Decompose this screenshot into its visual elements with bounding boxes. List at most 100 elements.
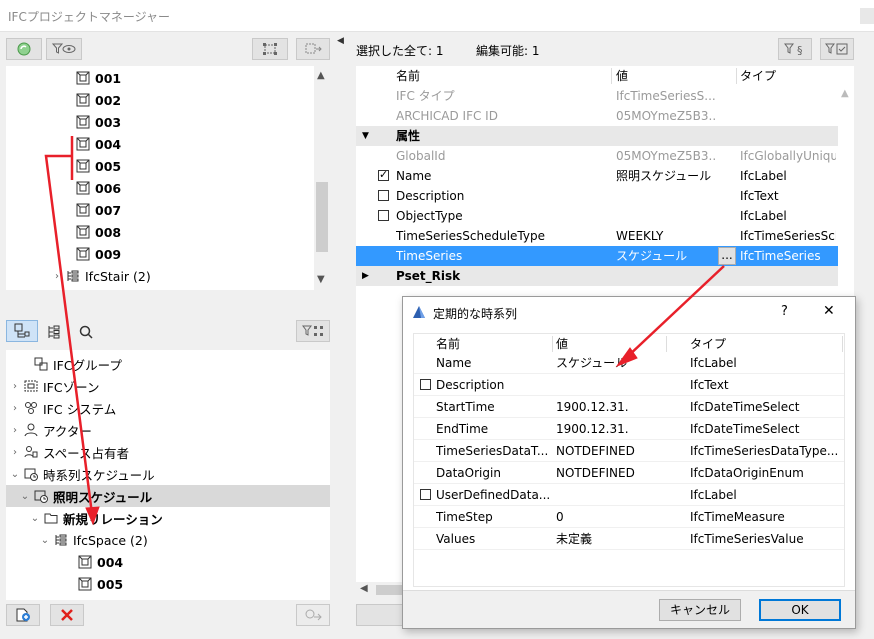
- collapse-group-icon[interactable]: ▼: [362, 126, 369, 146]
- dialog-property-checkbox[interactable]: [420, 379, 431, 390]
- expand-group-icon[interactable]: ▶: [362, 266, 369, 286]
- dialog-titlebar: 定期的な時系列 ? ✕: [403, 297, 855, 327]
- dialog-property-row[interactable]: StartTime 1900.12.31. IfcDateTimeSelect: [414, 396, 844, 418]
- scroll-up-icon[interactable]: ▲: [317, 70, 325, 81]
- property-row[interactable]: TimeSeriesScheduleType WEEKLY IfcTimeSerie…: [356, 226, 838, 246]
- dialog-property-row[interactable]: DataOrigin NOTDEFINED IfcDataOriginEnum: [414, 462, 844, 484]
- tree-item-label: 008: [95, 224, 122, 240]
- relation-tree-item[interactable]: › IFC システム: [6, 397, 330, 419]
- dialog-property-value: NOTDEFINED: [556, 444, 635, 458]
- relation-tree-item[interactable]: ⌄ IfcSpace (2): [6, 529, 330, 551]
- collapse-button[interactable]: [296, 38, 330, 60]
- relation-tree-item[interactable]: ⌄ 照明スケジュール: [6, 485, 330, 507]
- refresh-button[interactable]: [6, 38, 42, 60]
- relation-tree-item-label: IFCグループ: [53, 357, 122, 373]
- add-relation-button[interactable]: [6, 604, 40, 626]
- dialog-property-checkbox[interactable]: [420, 489, 431, 500]
- tree-item[interactable]: 001: [6, 67, 330, 89]
- property-row[interactable]: TimeSeries スケジュール IfcTimeSeries...: [356, 246, 838, 266]
- relation-tree-item[interactable]: › IFCゾーン: [6, 375, 330, 397]
- relation-tree-item[interactable]: ⌄ 新規リレーション: [6, 507, 330, 529]
- expand-chevron-icon[interactable]: ⌄: [30, 513, 40, 524]
- dialog-property-row[interactable]: Name スケジュール IfcLabel: [414, 352, 844, 374]
- expand-chevron-icon[interactable]: ›: [10, 381, 20, 392]
- relation-tree-item[interactable]: 005: [6, 573, 330, 595]
- expand-chevron-icon[interactable]: ›: [10, 447, 20, 458]
- tree-item[interactable]: 004: [6, 133, 330, 155]
- property-checkbox[interactable]: [378, 168, 389, 181]
- relation-tree-item[interactable]: IFCグループ: [6, 353, 330, 375]
- expand-chevron-icon[interactable]: ⌄: [20, 491, 30, 502]
- collapse-panel-icon[interactable]: ◀: [337, 36, 344, 46]
- dialog-property-name: Name: [436, 356, 472, 370]
- expand-chevron-icon[interactable]: ›: [52, 271, 62, 282]
- hierarchy-button[interactable]: [252, 38, 288, 60]
- tree-item[interactable]: 006: [6, 177, 330, 199]
- dialog-property-type: IfcDataOriginEnum: [690, 466, 804, 480]
- dialog-property-row[interactable]: TimeSeriesDataT... NOTDEFINED IfcTimeSerie…: [414, 440, 844, 462]
- property-row[interactable]: ▼ 属性: [356, 126, 838, 146]
- edit-ellipsis-button[interactable]: ...: [718, 247, 736, 265]
- relation-tree-item[interactable]: ⌄ 時系列スケジュール: [6, 463, 330, 485]
- dialog-property-row[interactable]: UserDefinedData... IfcLabel: [414, 484, 844, 506]
- list-tab-icon[interactable]: [46, 324, 62, 343]
- relation-tree-item-label: 新規リレーション: [63, 511, 163, 527]
- property-row[interactable]: Name 照明スケジュール IfcLabel: [356, 166, 838, 186]
- property-value: [616, 126, 716, 146]
- bottom-right-button[interactable]: [356, 604, 404, 626]
- expand-chevron-icon[interactable]: ⌄: [40, 535, 50, 546]
- property-scrollbar[interactable]: ▲: [838, 66, 854, 292]
- structure-tab[interactable]: [6, 320, 38, 342]
- property-row[interactable]: Description IfcText: [356, 186, 838, 206]
- property-row[interactable]: IFC タイプ IfcTimeSeriesS...: [356, 86, 838, 106]
- cancel-button[interactable]: キャンセル: [659, 599, 741, 621]
- property-checkbox[interactable]: [378, 190, 389, 201]
- property-row[interactable]: ▶ Pset_Risk: [356, 266, 838, 286]
- scroll-down-icon[interactable]: ▼: [317, 274, 325, 285]
- ifc-space-icon: [78, 577, 92, 591]
- tree-item[interactable]: 007: [6, 199, 330, 221]
- expand-chevron-icon[interactable]: ›: [10, 425, 20, 436]
- filter-tree-button[interactable]: [296, 320, 330, 342]
- tree-scrollbar[interactable]: ▲ ▼: [314, 66, 330, 290]
- property-value: [616, 206, 716, 226]
- filter-checked-button[interactable]: [820, 38, 854, 60]
- property-row[interactable]: ARCHICAD IFC ID 05MOYmeZ5B3...: [356, 106, 838, 126]
- relation-tree-item[interactable]: › スペース占有者: [6, 441, 330, 463]
- tree-item[interactable]: 009: [6, 243, 330, 265]
- property-row[interactable]: ObjectType IfcLabel: [356, 206, 838, 226]
- relation-tree-item[interactable]: › アクター: [6, 419, 330, 441]
- dialog-property-type: IfcTimeMeasure: [690, 510, 785, 524]
- filter-view-button[interactable]: [46, 38, 82, 60]
- hscroll-left-icon[interactable]: ◀: [360, 583, 368, 594]
- property-type: IfcGloballyUnique: [740, 149, 836, 163]
- expand-chevron-icon[interactable]: ⌄: [10, 469, 20, 480]
- dialog-property-value: NOTDEFINED: [556, 466, 635, 480]
- property-name: Description: [396, 189, 465, 203]
- dialog-close-button[interactable]: ✕: [823, 303, 835, 319]
- dialog-property-name: TimeStep: [436, 510, 493, 524]
- scroll-thumb[interactable]: [316, 182, 328, 252]
- tree-item[interactable]: 005: [6, 155, 330, 177]
- tree-item[interactable]: › IfcStair (2): [6, 265, 330, 287]
- assign-button[interactable]: [296, 604, 330, 626]
- expand-chevron-icon[interactable]: ›: [10, 403, 20, 414]
- dialog-property-row[interactable]: EndTime 1900.12.31. IfcDateTimeSelect: [414, 418, 844, 440]
- tree-item[interactable]: 008: [6, 221, 330, 243]
- property-row[interactable]: GlobalId 05MOYmeZ5B3... IfcGloballyUnique: [356, 146, 838, 166]
- tree-item[interactable]: 003: [6, 111, 330, 133]
- help-button[interactable]: ?: [781, 304, 788, 319]
- property-checkbox[interactable]: [378, 210, 389, 221]
- window-close-button[interactable]: [860, 8, 874, 24]
- dialog-property-row[interactable]: TimeStep 0 IfcTimeMeasure: [414, 506, 844, 528]
- search-icon[interactable]: [78, 324, 94, 343]
- ok-button[interactable]: OK: [759, 599, 841, 621]
- dialog-property-row[interactable]: Description IfcText: [414, 374, 844, 396]
- tree-item[interactable]: 002: [6, 89, 330, 111]
- property-scroll-up-icon[interactable]: ▲: [841, 88, 849, 99]
- relation-tree-item[interactable]: 004: [6, 551, 330, 573]
- filter-paragraph-button[interactable]: §: [778, 38, 812, 60]
- delete-button[interactable]: [50, 604, 84, 626]
- ifc-space-icon: [76, 71, 90, 85]
- dialog-property-row[interactable]: Values 未定義 IfcTimeSeriesValue: [414, 528, 844, 550]
